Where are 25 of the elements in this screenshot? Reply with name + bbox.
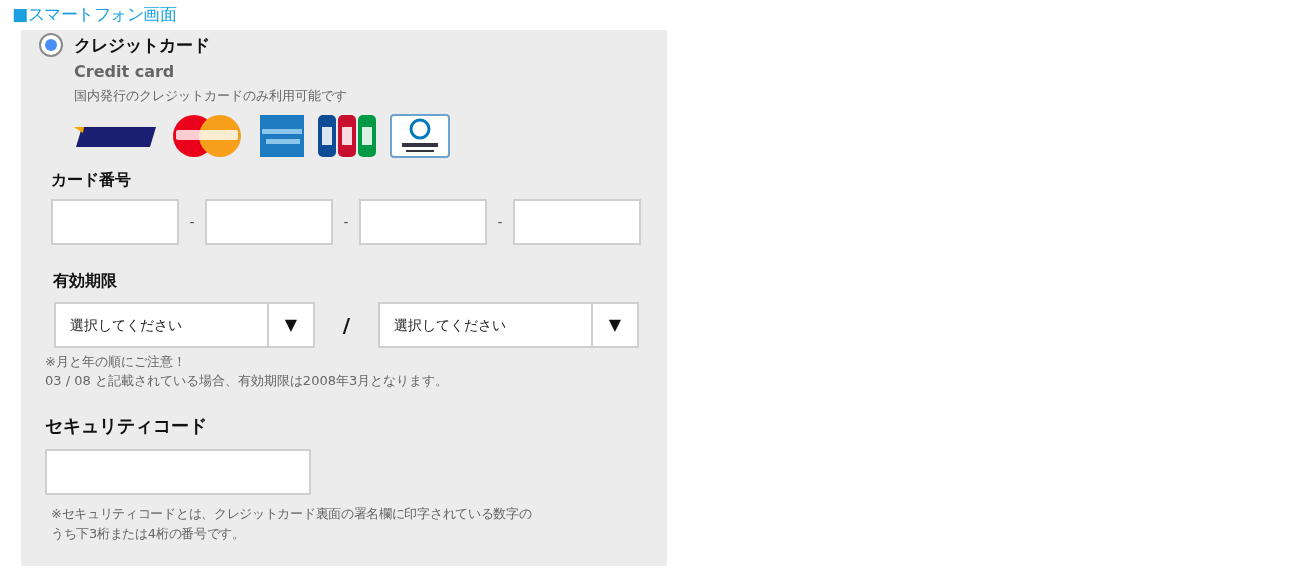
square-logo-icon: [260, 114, 304, 157]
option-label: クレジットカード: [74, 34, 210, 57]
overlapping-circles-icon: [170, 113, 244, 158]
circle-logo-icon: [390, 113, 450, 158]
section-heading: ■スマートフォン画面: [12, 3, 178, 26]
card-number-field[interactable]: [359, 199, 487, 245]
option-sublabel: Credit card: [74, 61, 176, 83]
select-field[interactable]: 選択してください ▼: [54, 302, 315, 348]
radio-button[interactable]: [39, 33, 63, 57]
security-code-field[interactable]: [45, 449, 311, 495]
card-number-field[interactable]: [513, 199, 641, 245]
separator: -: [342, 212, 350, 232]
separator: -: [188, 212, 196, 232]
card-number-field[interactable]: [205, 199, 333, 245]
field-label: セキュリティコード: [45, 414, 208, 438]
separator: /: [341, 312, 352, 339]
striped-logo-icon: [318, 114, 376, 157]
option-note: 国内発行のクレジットカードのみ利用可能です: [74, 87, 348, 105]
separator: -: [496, 212, 504, 232]
card-number-field[interactable]: [51, 199, 179, 245]
expiry-note: ※月と年の順にご注意！ 03 / 08 と記載されている場合、有効期限は2008年3月となります。: [45, 353, 450, 390]
security-note: ※セキュリティコードとは、クレジットカード裏面の署名欄に印字されている数字の うち下3桁または4桁の番号です。: [51, 505, 533, 543]
field-label: 有効期限: [53, 270, 118, 292]
select-field[interactable]: 選択してください ▼: [378, 302, 639, 348]
field-label: カード番号: [51, 169, 132, 191]
